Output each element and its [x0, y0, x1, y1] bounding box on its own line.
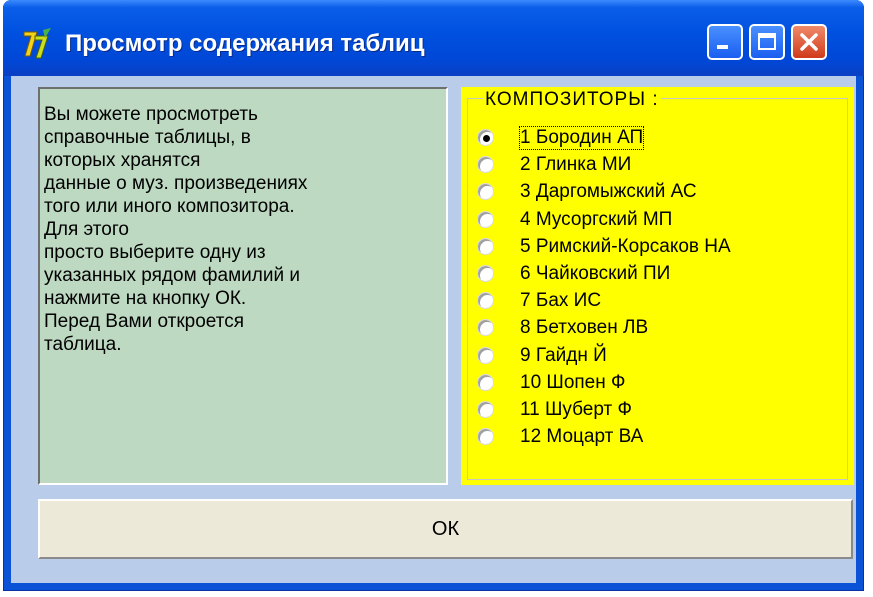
radio-label[interactable]: 4 Мусоргский МП [520, 209, 672, 231]
radio-label[interactable]: 2 Глинка МИ [520, 154, 631, 176]
window-title: Просмотр содержания таблиц [65, 30, 425, 57]
maximize-icon [758, 33, 776, 50]
maximize-button[interactable] [749, 24, 785, 60]
radio-button[interactable] [477, 373, 494, 391]
ok-button-label: ОК [431, 517, 460, 540]
radio-label[interactable]: 8 Бетховен ЛВ [520, 317, 648, 339]
radio-label[interactable]: 7 Бах ИС [520, 290, 601, 312]
radio-label[interactable]: 3 Даргомыжский АС [520, 181, 697, 203]
radio-button[interactable] [477, 265, 494, 282]
radio-label[interactable]: 6 Чайковский ПИ [520, 263, 670, 285]
minimize-icon [717, 45, 728, 49]
radio-button[interactable] [477, 210, 494, 228]
radio-button[interactable] [477, 129, 494, 146]
app-logo-icon [21, 26, 55, 60]
info-text: Вы можете просмотреть справочные таблицы… [44, 104, 308, 355]
composers-group: КОМПОЗИТОРЫ : 1 Бородин АП 2 Глинка МИ 3 Д… [461, 87, 854, 485]
radio-button[interactable] [477, 346, 494, 364]
minimize-button[interactable] [707, 24, 743, 60]
radio-label[interactable]: 10 Шопен Ф [520, 372, 625, 394]
radio-button[interactable] [477, 237, 494, 255]
group-title: КОМПОЗИТОРЫ : [483, 89, 661, 111]
ok-button[interactable]: ОК [38, 499, 853, 559]
radio-label[interactable]: 12 Моцарт ВА [520, 426, 643, 448]
radio-label[interactable]: 11 Шуберт Ф [520, 399, 632, 421]
radio-button[interactable] [477, 401, 494, 418]
close-icon [800, 33, 818, 51]
dialog-client-area: Вы можете просмотреть справочные таблицы… [11, 76, 856, 583]
radio-selected-dot [483, 135, 490, 142]
info-panel: Вы можете просмотреть справочные таблицы… [38, 87, 448, 485]
radio-label[interactable]: 9 Гайдн Й [520, 345, 607, 367]
radio-label[interactable]: 5 Римский-Корсаков НА [520, 236, 731, 258]
dialog-window: Просмотр содержания таблиц Вы можете про… [3, 0, 864, 591]
title-bar[interactable]: Просмотр содержания таблиц [3, 0, 864, 76]
radio-label[interactable]: 1 Бородин АП [518, 126, 645, 150]
close-button[interactable] [791, 24, 827, 60]
